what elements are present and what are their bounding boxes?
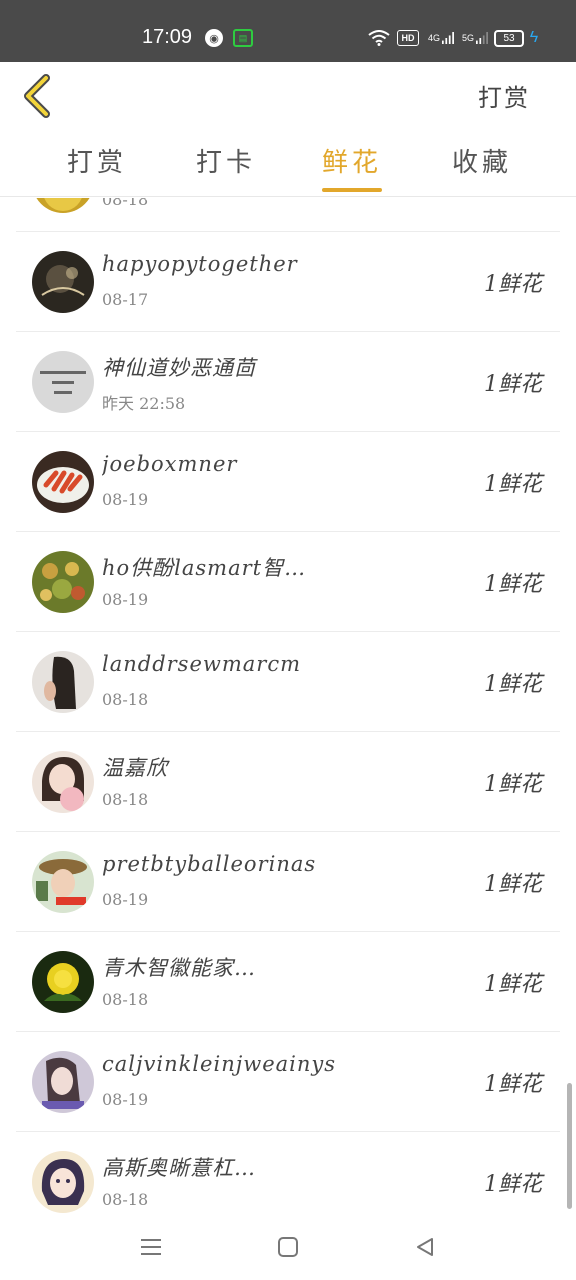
battery-icon: 53 [494, 30, 524, 47]
avatar [32, 751, 94, 813]
tab-checkin[interactable]: 打卡 [186, 138, 266, 194]
list-item[interactable]: landdrsewmarcm 08-18 1鲜花 [16, 632, 560, 732]
item-date: 08-18 [102, 1190, 149, 1209]
signal-5g-label: 5G [462, 33, 475, 43]
list-item[interactable]: 高斯奥晰薏杠… 08-18 1鲜花 [16, 1132, 560, 1218]
item-amount: 1鲜花 [484, 1072, 542, 1097]
chevron-left-icon [24, 74, 50, 118]
item-username: ho供酚lasmart智… [102, 556, 307, 580]
list-item[interactable]: joeboxmner 08-19 1鲜花 [16, 432, 560, 532]
avatar [32, 951, 94, 1013]
item-username: 神仙道妙恶通茴 [102, 356, 256, 380]
status-time: 17:09 [142, 26, 193, 48]
item-date: 08-18 [102, 790, 149, 809]
item-date: 08-18 [102, 690, 149, 709]
list-item[interactable]: pretbtyballeorinas 08-19 1鲜花 [16, 832, 560, 932]
wifi-icon [368, 28, 390, 48]
list-item[interactable]: caljvinkleinjweainys 08-19 1鲜花 [16, 1032, 560, 1132]
list-item[interactable]: 神仙道妙恶通茴 昨天 22:58 1鲜花 [16, 332, 560, 432]
tab-flowers[interactable]: 鲜花 [312, 138, 392, 194]
avatar [32, 851, 94, 913]
tab-bar: 打赏 打卡 鲜花 收藏 [0, 138, 576, 194]
signal-4g-icon: 4G [428, 28, 454, 48]
item-amount: 1鲜花 [484, 372, 542, 397]
item-amount: 1鲜花 [484, 872, 542, 897]
signal-5g-icon: 5G [462, 28, 488, 48]
item-date: 昨天 22:58 [102, 394, 186, 413]
flower-gift-list[interactable]: 08-18 hapyopytogether 08-17 1鲜花 神仙道妙恶通茴 … [16, 198, 560, 1218]
item-date: 08-18 [102, 198, 149, 209]
avatar [32, 1051, 94, 1113]
list-item[interactable]: ho供酚lasmart智… 08-19 1鲜花 [16, 532, 560, 632]
charging-bolt-icon: ϟ [529, 29, 539, 46]
item-username: joeboxmner [102, 452, 238, 476]
tab-favorites[interactable]: 收藏 [442, 138, 522, 194]
item-date: 08-19 [102, 490, 149, 509]
item-amount: 1鲜花 [484, 472, 542, 497]
item-date: 08-18 [102, 990, 149, 1009]
avatar [32, 251, 94, 313]
vpn-globe-icon: ◉ [205, 29, 223, 47]
avatar [32, 451, 94, 513]
item-amount: 1鲜花 [484, 572, 542, 597]
item-amount: 1鲜花 [484, 1172, 542, 1197]
avatar [32, 198, 94, 213]
item-username: hapyopytogether [102, 252, 298, 276]
list-item[interactable]: 08-18 [16, 198, 560, 232]
item-username: 青木智徽能家… [102, 956, 256, 980]
app-notification-icon: ▤ [233, 29, 253, 47]
item-amount: 1鲜花 [484, 272, 542, 297]
item-username: caljvinkleinjweainys [102, 1052, 337, 1076]
item-date: 08-19 [102, 1090, 149, 1109]
item-date: 08-19 [102, 890, 149, 909]
avatar [32, 351, 94, 413]
active-tab-indicator [322, 188, 382, 192]
back-button[interactable] [18, 74, 58, 118]
item-date: 08-17 [102, 290, 149, 309]
item-amount: 1鲜花 [484, 972, 542, 997]
top-header: 打赏 打赏 打卡 鲜花 收藏 [0, 62, 576, 197]
item-date: 08-19 [102, 590, 149, 609]
tab-reward[interactable]: 打赏 [57, 138, 137, 194]
list-item[interactable]: hapyopytogether 08-17 1鲜花 [16, 232, 560, 332]
system-nav-bar [0, 1218, 576, 1280]
list-scrollbar[interactable] [567, 1083, 572, 1209]
reward-header-button[interactable]: 打赏 [478, 78, 530, 113]
item-username: 温嘉欣 [102, 756, 168, 780]
home-square-icon [278, 1237, 298, 1257]
item-username: pretbtyballeorinas [102, 852, 317, 876]
list-item[interactable]: 青木智徽能家… 08-18 1鲜花 [16, 932, 560, 1032]
signal-4g-label: 4G [428, 33, 441, 43]
menu-icon [141, 1239, 161, 1255]
item-amount: 1鲜花 [484, 672, 542, 697]
avatar [32, 1151, 94, 1213]
list-item[interactable]: 温嘉欣 08-18 1鲜花 [16, 732, 560, 832]
back-nav-button[interactable] [412, 1234, 438, 1260]
menu-nav-button[interactable] [138, 1234, 164, 1260]
avatar [32, 551, 94, 613]
item-username: 高斯奥晰薏杠… [102, 1156, 256, 1180]
avatar [32, 651, 94, 713]
item-username: landdrsewmarcm [102, 652, 302, 676]
status-bar: 17:09 ◉ ▤ HD 4G 5G 53 ϟ [0, 0, 576, 62]
back-triangle-icon [417, 1238, 433, 1256]
hd-voice-icon: HD [397, 30, 419, 46]
home-nav-button[interactable] [275, 1234, 301, 1260]
item-amount: 1鲜花 [484, 772, 542, 797]
